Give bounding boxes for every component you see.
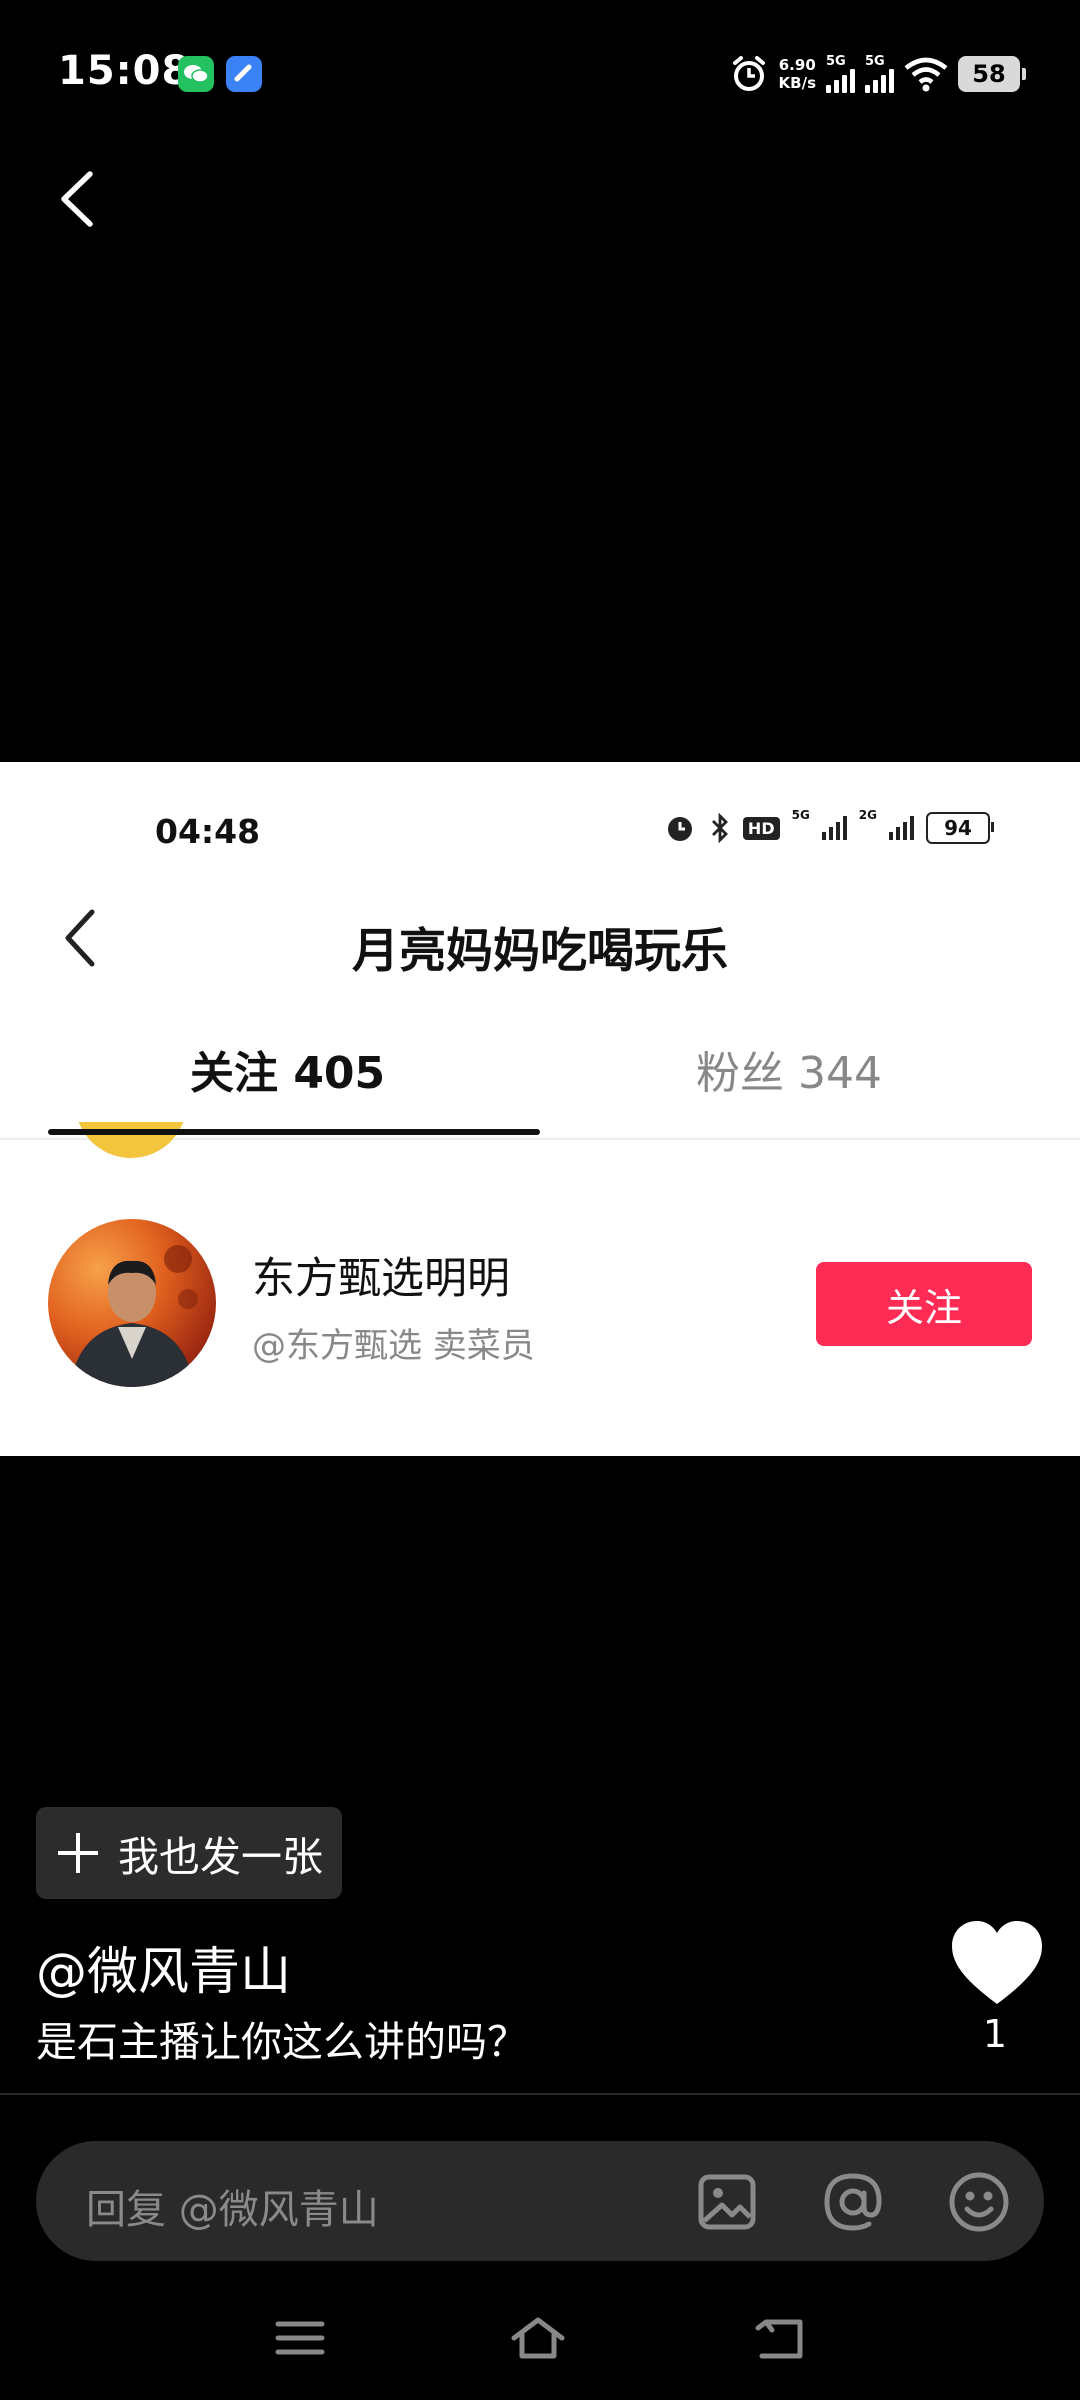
- signal-bars-icon: [889, 816, 914, 840]
- signal-sim2: 5G: [865, 55, 894, 93]
- battery-indicator: 58: [958, 56, 1026, 92]
- mention-at-icon[interactable]: [820, 2169, 886, 2235]
- status-bar: 15:08 6.90 KB/s 5G 5G 58: [0, 0, 1080, 150]
- wechat-notification-icon: [178, 56, 214, 92]
- tab-following: 关注 405: [190, 1048, 386, 1099]
- signal-bars-icon: [865, 69, 894, 93]
- screenshot-page-title: 月亮妈妈吃喝玩乐: [352, 924, 728, 979]
- comment-text: 是石主播让你这么讲的吗？: [36, 2018, 528, 2066]
- comment-username[interactable]: @微风青山: [36, 1930, 291, 2004]
- screenshot-status-time: 04:48: [155, 812, 261, 851]
- back-icon[interactable]: [750, 2314, 810, 2362]
- system-navigation-bar: [0, 2300, 1080, 2370]
- plus-icon: [58, 1833, 98, 1873]
- back-arrow-icon[interactable]: [52, 168, 102, 230]
- app-notification-icon: [226, 56, 262, 92]
- signal-bars-icon: [826, 69, 855, 93]
- reply-input[interactable]: 回复 @微风青山: [36, 2141, 1044, 2261]
- reply-placeholder: 回复 @微风青山: [86, 2187, 379, 2233]
- emoji-icon[interactable]: [946, 2169, 1012, 2235]
- bluetooth-icon: [711, 812, 728, 844]
- hd-badge: HD: [742, 816, 780, 840]
- screenshot-sim1-label: 5G: [791, 808, 810, 822]
- user-avatar: [48, 1219, 216, 1387]
- post-also-label: 我也发一张: [118, 1833, 323, 1881]
- divider: [0, 2093, 1080, 2095]
- user-name: 东方甄选明明: [252, 1254, 510, 1304]
- screenshot-battery: 94: [926, 812, 994, 844]
- image-icon[interactable]: [694, 2169, 760, 2235]
- post-also-button[interactable]: 我也发一张: [36, 1807, 342, 1899]
- screenshot-sim2-label: 2G: [858, 808, 877, 822]
- user-handle: @东方甄选 卖菜员: [252, 1326, 535, 1366]
- home-icon[interactable]: [508, 2314, 568, 2362]
- alarm-icon: [667, 817, 692, 841]
- menu-icon[interactable]: [270, 2314, 330, 2362]
- like-heart-icon[interactable]: [948, 1918, 1046, 2008]
- tab-fans: 粉丝 344: [696, 1048, 882, 1099]
- signal-bars-icon: [821, 816, 847, 840]
- status-time: 15:08: [58, 48, 191, 94]
- like-count: 1: [982, 2012, 1008, 2056]
- follow-button: 关注: [816, 1262, 1032, 1346]
- network-speed: 6.90 KB/s: [778, 56, 816, 92]
- status-indicators: 6.90 KB/s 5G 5G 58: [729, 50, 1026, 98]
- shared-screenshot[interactable]: 04:48 HD 5G 2G 94 月亮妈妈吃喝玩乐 关注 405 粉丝 344…: [0, 762, 1080, 1456]
- partial-avatar: [75, 1122, 187, 1158]
- wifi-icon: [904, 57, 948, 92]
- screenshot-status-indicators: HD 5G 2G 94: [663, 808, 994, 848]
- signal-sim1: 5G: [826, 55, 855, 93]
- active-tab-indicator: [48, 1129, 540, 1135]
- alarm-icon: [732, 56, 765, 91]
